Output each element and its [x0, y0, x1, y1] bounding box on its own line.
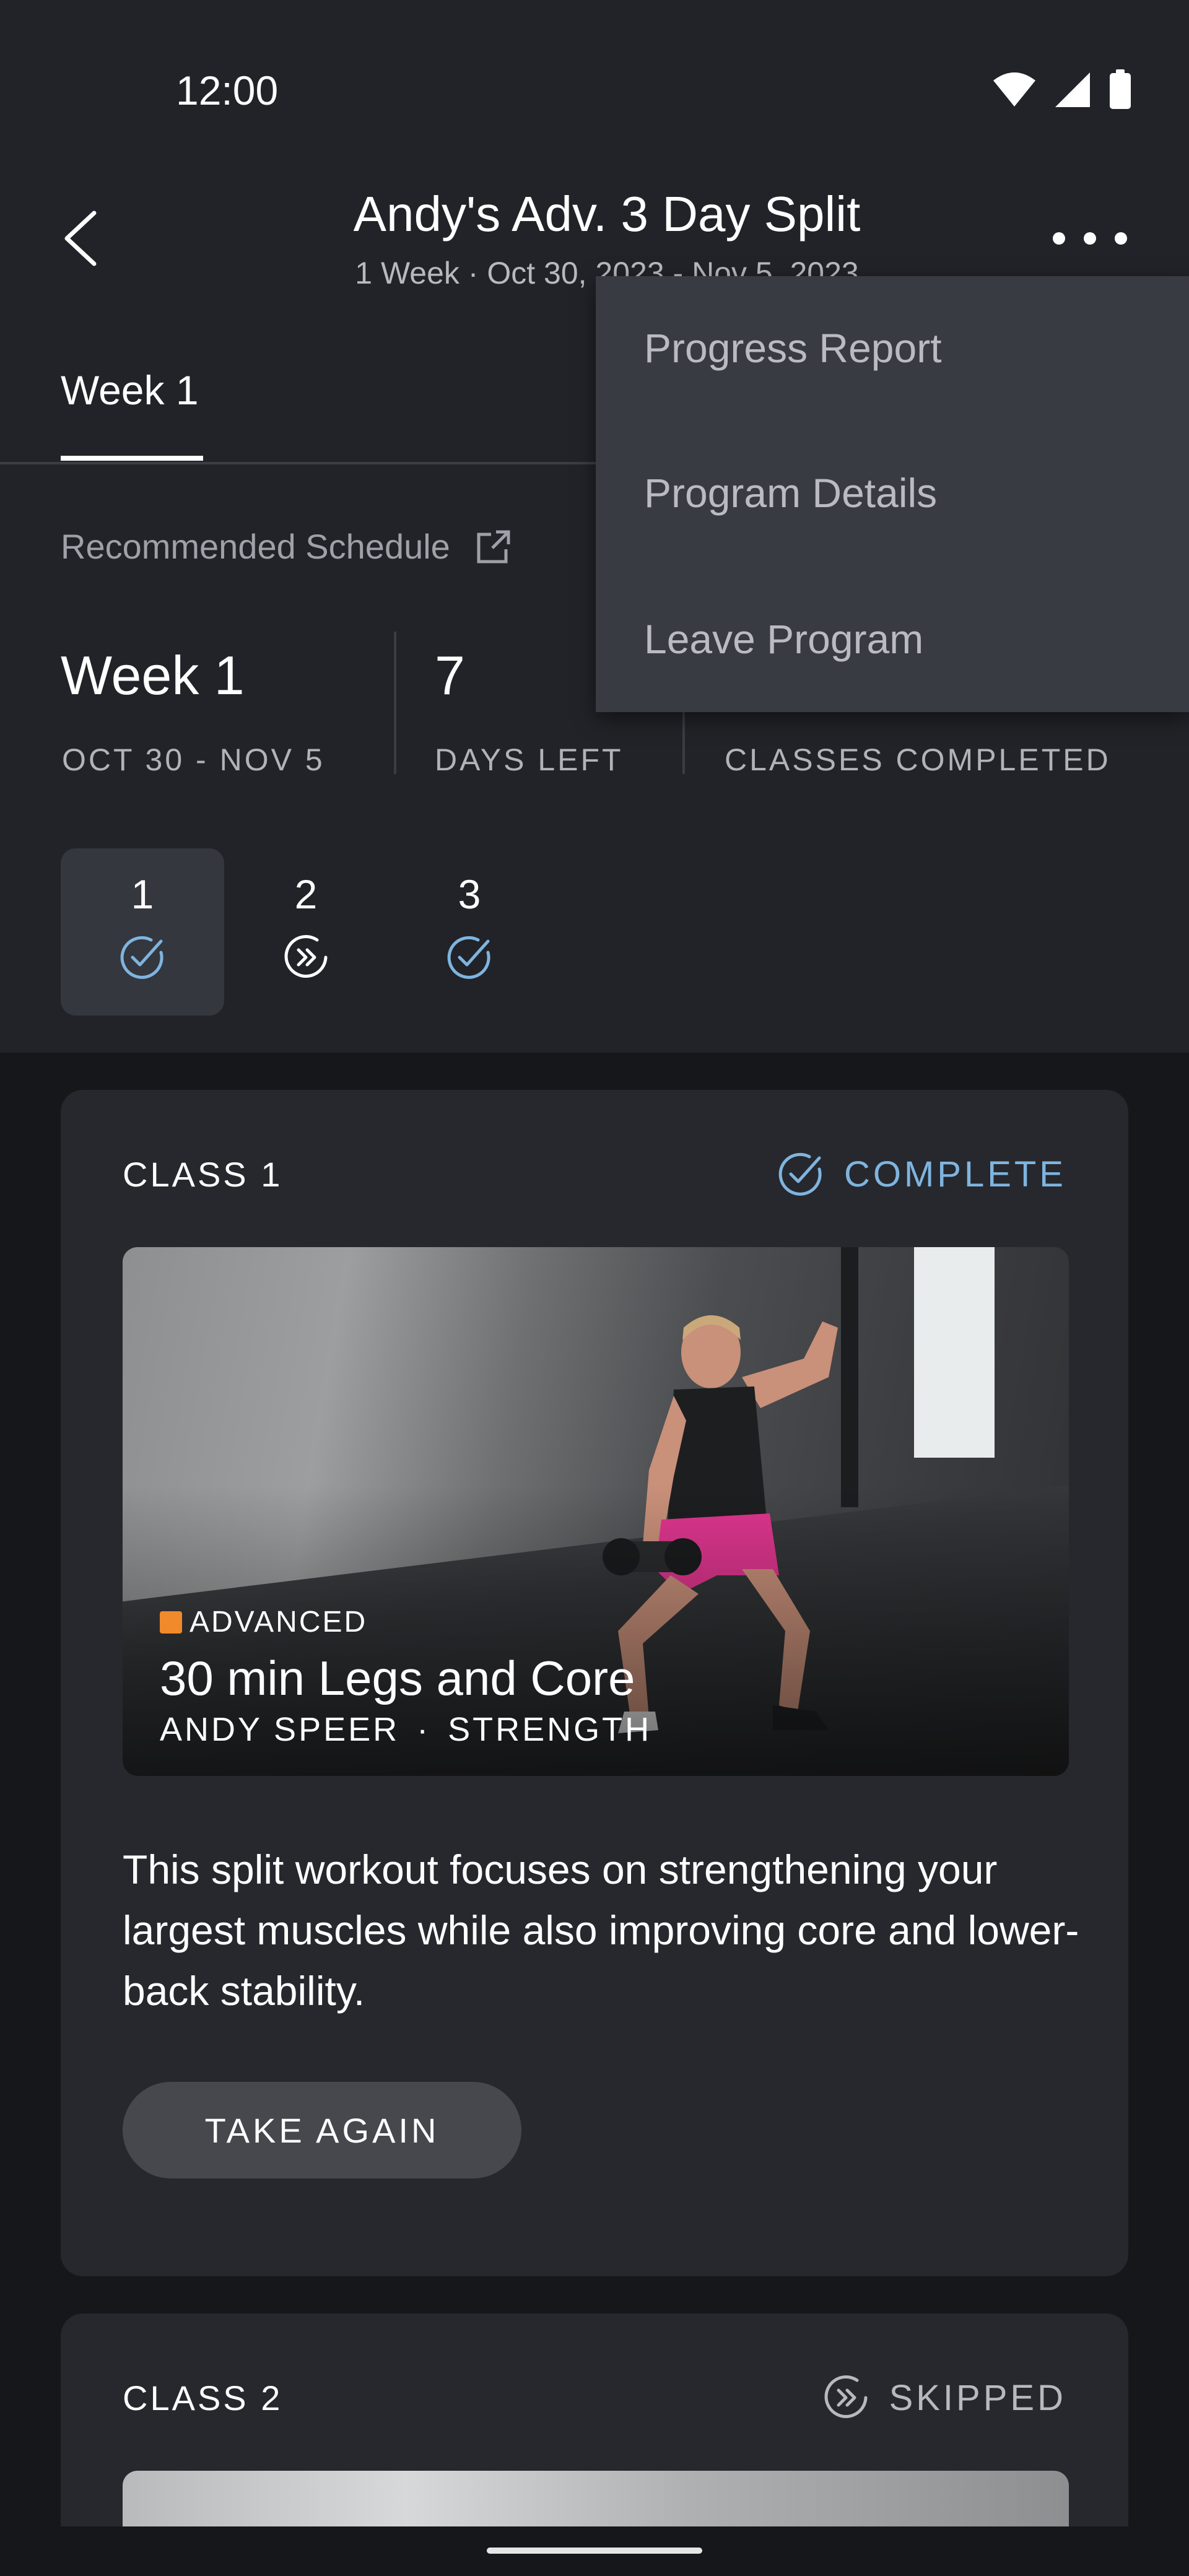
class-thumbnail[interactable]: ADVANCED 30 min Legs and Core ANDY SPEER… [123, 1247, 1069, 1776]
class-title: 30 min Legs and Core [160, 1651, 635, 1705]
difficulty-badge: ADVANCED [160, 1605, 651, 1639]
status-text: COMPLETE [843, 1154, 1066, 1194]
class-category: STRENGTH [448, 1711, 652, 1748]
check-circle-icon [120, 936, 163, 979]
class-meta: ANDY SPEER · STRENGTH [160, 1710, 651, 1749]
day-button-1[interactable]: 1 [61, 848, 224, 1016]
skipped-icon [824, 2375, 868, 2418]
home-indicator[interactable] [487, 2548, 702, 2554]
dot [1084, 232, 1096, 245]
class-card: CLASS 2 SKIPPED [61, 2313, 1128, 2561]
day-button-3[interactable]: 3 [388, 848, 551, 1016]
external-link-icon [477, 530, 510, 563]
difficulty-label: ADVANCED [189, 1606, 368, 1638]
options-menu: Progress Report Program Details Leave Pr… [596, 276, 1189, 712]
recommended-schedule-label: Recommended Schedule [61, 527, 450, 566]
thumbnail-light [914, 1247, 995, 1458]
day-number: 2 [294, 871, 318, 917]
menu-item-leave-program[interactable]: Leave Program [644, 616, 923, 663]
menu-item-program-details[interactable]: Program Details [644, 469, 937, 516]
stat-divider [394, 632, 396, 774]
tab-week-1[interactable]: Week 1 [61, 367, 199, 414]
tab-indicator [61, 456, 203, 461]
menu-item-progress-report[interactable]: Progress Report [644, 324, 942, 372]
classes-completed-label: CLASSES COMPLETED [725, 742, 1111, 777]
day-number: 1 [131, 871, 154, 917]
difficulty-indicator [160, 1611, 182, 1634]
status-icons [992, 69, 1132, 110]
class-card: CLASS 1 COMPLETE ADVANCED 30 min Legs an… [61, 1090, 1128, 2276]
dot [1053, 232, 1065, 245]
skipped-icon [284, 934, 328, 978]
day-number: 3 [458, 871, 481, 917]
wifi-icon [993, 72, 1035, 107]
class-status: SKIPPED [821, 2373, 1066, 2422]
check-circle-icon [778, 1152, 822, 1196]
class-description: This split workout focuses on strengthen… [123, 1847, 1079, 2014]
days-left-label: DAYS LEFT [435, 742, 624, 777]
class-label: CLASS 2 [123, 2378, 283, 2417]
dot [1115, 232, 1127, 245]
days-left-value: 7 [435, 645, 465, 706]
thumbnail-text: ADVANCED 30 min Legs and Core ANDY SPEER… [160, 1605, 651, 1749]
more-options-button[interactable] [1053, 217, 1127, 260]
week-value: Week 1 [61, 645, 245, 706]
battery-icon [1110, 69, 1131, 109]
class-status: COMPLETE [776, 1149, 1066, 1199]
week-dates: OCT 30 - NOV 5 [62, 742, 325, 777]
recommended-schedule-link[interactable]: Recommended Schedule [61, 526, 512, 567]
instructor-name: ANDY SPEER [160, 1711, 400, 1748]
status-time: 12:00 [176, 67, 279, 113]
program-title: Andy's Adv. 3 Day Split [353, 186, 861, 242]
take-again-button[interactable]: TAKE AGAIN [123, 2082, 521, 2178]
status-text: SKIPPED [889, 2377, 1066, 2418]
day-button-2[interactable]: 2 [224, 848, 388, 1016]
check-circle-icon [447, 936, 490, 979]
signal-icon [1055, 72, 1090, 107]
status-bar: 12:00 [0, 0, 1189, 161]
class-label: CLASS 1 [123, 1155, 283, 1194]
meta-separator: · [417, 1711, 431, 1748]
